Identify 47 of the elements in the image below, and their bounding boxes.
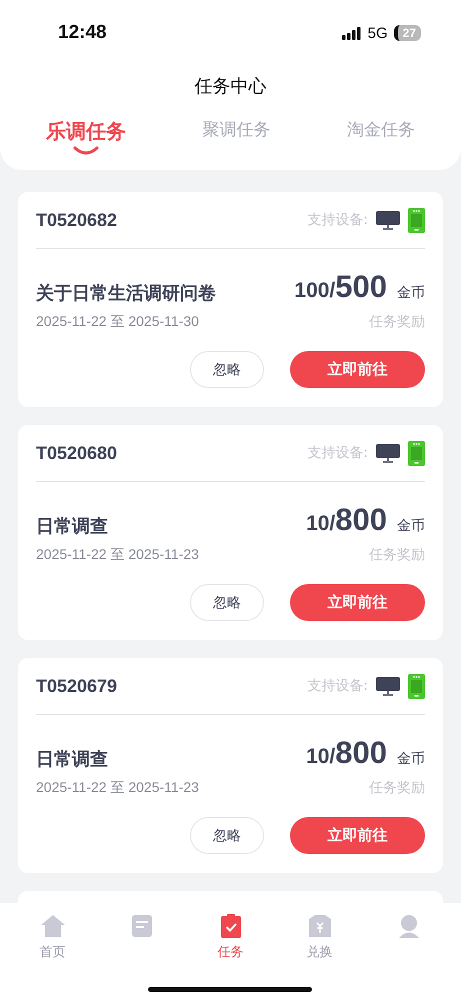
phone-icon (408, 208, 425, 232)
tab[interactable]: 聚调任务 (198, 118, 274, 157)
reward-amount: 10/800 (306, 502, 387, 538)
ignore-button[interactable]: 忽略 (190, 817, 264, 854)
nav-item[interactable]: 首页 (22, 913, 82, 961)
task-id: T0520682 (36, 210, 118, 230)
phone-icon (408, 674, 425, 698)
go-button[interactable]: 立即前往 (290, 351, 425, 388)
reward-amount: 10/800 (306, 735, 387, 771)
device-label: 支持设备: (307, 444, 368, 462)
reward-unit: 金币 (397, 284, 425, 302)
reward-label: 任务奖励 (369, 313, 425, 331)
nav-item[interactable]: 兑换 (290, 913, 350, 961)
status-time: 12:48 (58, 22, 107, 44)
home-icon (40, 913, 66, 939)
tab[interactable]: 乐调任务 (42, 118, 130, 157)
battery-indicator: 27 (394, 25, 421, 41)
task-id: T0520680 (36, 442, 118, 464)
reward-label: 任务奖励 (369, 779, 425, 797)
tab-underline-icon (73, 146, 100, 155)
task-id: T0520679 (36, 676, 118, 696)
network-label: 5G (368, 24, 388, 42)
device-label: 支持设备: (307, 211, 368, 229)
task-dates: 2025-11-22 至 2025-11-23 (36, 779, 199, 797)
task-dates: 2025-11-22 至 2025-11-23 (36, 546, 199, 564)
ignore-button[interactable]: 忽略 (190, 351, 264, 388)
tab[interactable]: 淘金任务 (342, 118, 419, 157)
monitor-icon (376, 443, 400, 463)
yen-bag-icon (306, 913, 332, 939)
signal-icon (342, 26, 362, 40)
go-button[interactable]: 立即前往 (290, 817, 425, 854)
task-title: 日常调查 (36, 515, 108, 538)
phone-icon (408, 440, 425, 466)
page-title: 任务中心 (194, 75, 268, 98)
ignore-button[interactable]: 忽略 (190, 584, 264, 621)
go-button[interactable]: 立即前往 (290, 584, 425, 621)
reward-label: 任务奖励 (369, 546, 425, 564)
task-title: 日常调查 (36, 748, 108, 771)
monitor-icon (376, 210, 400, 230)
reward-unit: 金币 (397, 750, 425, 768)
nav-item[interactable]: 任务 (200, 913, 260, 961)
reward-amount: 100/500 (294, 269, 387, 305)
reward-unit: 金币 (397, 517, 425, 535)
task-title: 关于日常生活调研问卷 (36, 282, 216, 305)
task-dates: 2025-11-22 至 2025-11-30 (36, 313, 199, 331)
monitor-icon (376, 676, 400, 696)
device-label: 支持设备: (307, 677, 368, 695)
